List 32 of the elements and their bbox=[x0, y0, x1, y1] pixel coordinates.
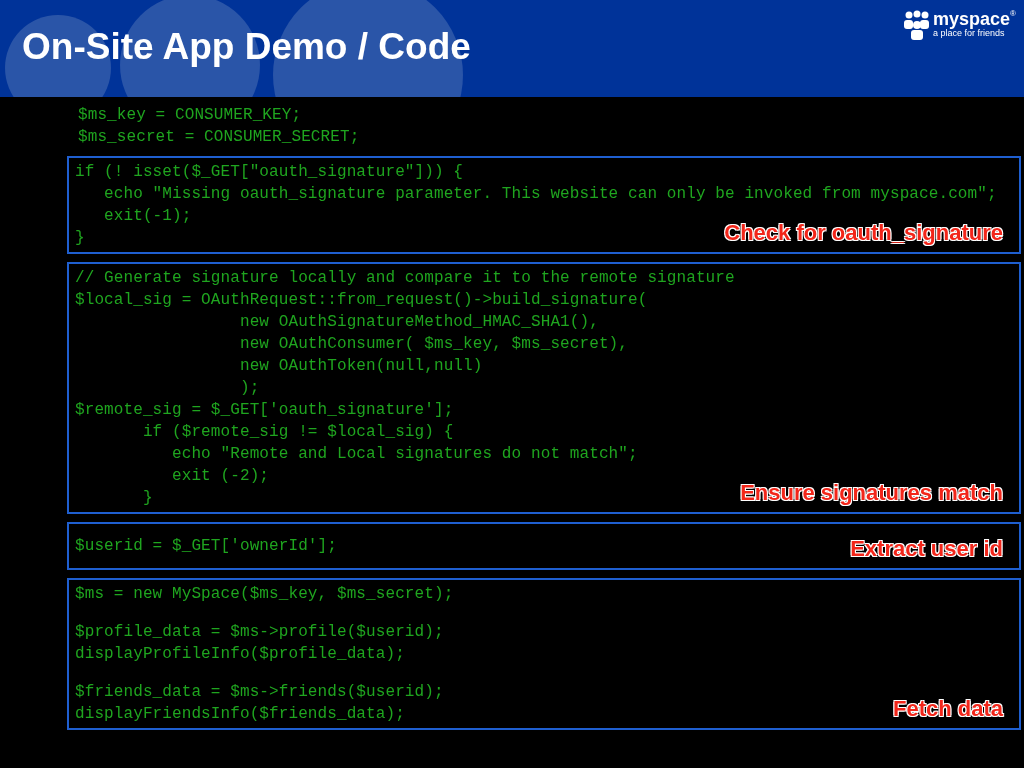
annotation-label: Check for oauth_signature bbox=[724, 219, 1003, 247]
slide-title: On-Site App Demo / Code bbox=[22, 28, 471, 65]
registered-mark: ® bbox=[1010, 10, 1016, 18]
code-line: $profile_data = $ms->profile($userid); bbox=[75, 622, 444, 643]
code-line: $friends_data = $ms->friends($userid); bbox=[75, 682, 444, 703]
code-line: $local_sig = OAuthRequest::from_request()->build_signature( bbox=[75, 290, 648, 311]
code-line: } bbox=[75, 228, 85, 249]
code-line: echo "Missing oauth_signature parameter. This website can only be invoked from myspace.com"; bbox=[103, 184, 997, 205]
code-line: exit(-1); bbox=[103, 206, 192, 227]
code-line: displayFriendsInfo($friends_data); bbox=[75, 704, 405, 725]
code-line: new OAuthSignatureMethod_HMAC_SHA1(), bbox=[238, 312, 599, 333]
code-line: $remote_sig = $_GET['oauth_signature']; bbox=[75, 400, 454, 421]
code-line: } bbox=[141, 488, 153, 509]
code-line: // Generate signature locally and compare it to the remote signature bbox=[75, 268, 735, 289]
code-line: if (! isset($_GET["oauth_signature"])) { bbox=[75, 162, 464, 183]
code-line: new OAuthToken(null,null) bbox=[238, 356, 483, 377]
code-line: exit (-2); bbox=[171, 466, 270, 487]
code-line: if ($remote_sig != $local_sig) { bbox=[141, 422, 454, 443]
code-line: echo "Remote and Local signatures do not match"; bbox=[171, 444, 638, 465]
code-line: $userid = $_GET['ownerId']; bbox=[75, 536, 337, 557]
annotation-label: Fetch data bbox=[892, 695, 1003, 723]
code-line: $ms_key = CONSUMER_KEY; bbox=[78, 105, 302, 126]
logo-tagline: a place for friends bbox=[933, 28, 1005, 40]
code-line: $ms = new MySpace($ms_key, $ms_secret); bbox=[75, 584, 454, 605]
annotation-label: Ensure signatures match bbox=[740, 479, 1003, 507]
code-line: ); bbox=[238, 378, 260, 399]
code-line: displayProfileInfo($profile_data); bbox=[75, 644, 405, 665]
code-line: new OAuthConsumer( $ms_key, $ms_secret), bbox=[238, 334, 628, 355]
annotation-label: Extract user id bbox=[850, 535, 1003, 563]
logo-wordmark: myspace bbox=[933, 10, 1011, 28]
people-icon bbox=[903, 10, 932, 40]
code-line: $ms_secret = CONSUMER_SECRET; bbox=[78, 127, 360, 148]
